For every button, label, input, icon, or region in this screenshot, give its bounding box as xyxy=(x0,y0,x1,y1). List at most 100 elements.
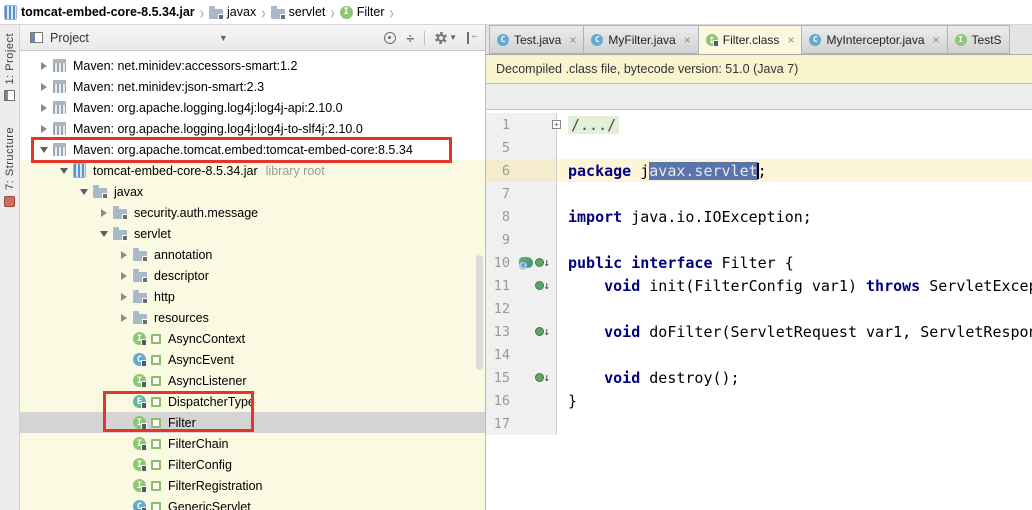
code-line-8[interactable]: 8 import java.io.IOException; xyxy=(486,205,1032,228)
interface-icon: I xyxy=(133,437,147,451)
implemented-marker-icon[interactable]: ↓ xyxy=(535,372,550,383)
decompiled-banner: Decompiled .class file, bytecode version… xyxy=(486,55,1032,84)
tree-row-servlet[interactable]: servlet xyxy=(20,223,485,244)
tree-row-javax[interactable]: javax xyxy=(20,181,485,202)
tree-row-asyncevent[interactable]: C AsyncEvent xyxy=(20,349,485,370)
tree-scrollbar[interactable] xyxy=(476,255,483,370)
tree-row-maven-net-minidev-json-smart-2-3[interactable]: Maven: net.minidev:json-smart:2.3 xyxy=(20,76,485,97)
stripe-button-structure[interactable]: 7: Structure xyxy=(4,127,16,208)
code-text[interactable]: } xyxy=(557,392,577,410)
interface-icon: I xyxy=(339,5,353,19)
expanded-chevron-icon[interactable] xyxy=(75,188,93,195)
breadcrumb: tomcat-embed-core-8.5.34.jar › javax › servl… xyxy=(0,0,1032,25)
source-badge-icon xyxy=(151,354,161,365)
tab-myinterceptor-java[interactable]: C MyInterceptor.java × xyxy=(802,25,948,54)
tree-row-filterconfig[interactable]: I FilterConfig xyxy=(20,454,485,475)
gutter: 1 xyxy=(486,113,557,136)
collapsed-chevron-icon[interactable] xyxy=(115,313,133,322)
tree-row-maven-org-apache-logging-log4j-log4j-to-slf4j-2-10-0[interactable]: Maven: org.apache.logging.log4j:log4j-to… xyxy=(20,118,485,139)
tab-close-icon[interactable]: × xyxy=(684,33,691,47)
breadcrumb-item-javax[interactable]: javax xyxy=(207,5,258,20)
tab-close-icon[interactable]: × xyxy=(787,33,794,47)
code-editor[interactable]: 1 +/.../ 5 6 package javax.servlet; 7 8 import … xyxy=(486,110,1032,510)
tree-row-asynccontext[interactable]: I AsyncContext xyxy=(20,328,485,349)
tree-row-maven-org-apache-logging-log4j-log4j-api-2-10-0[interactable]: Maven: org.apache.logging.log4j:log4j-ap… xyxy=(20,97,485,118)
fold-marker-icon[interactable]: + xyxy=(552,119,561,129)
tab-filter-class[interactable]: I Filter.class × xyxy=(698,25,803,54)
project-view-dropdown[interactable]: ▼ xyxy=(219,33,228,43)
collapsed-chevron-icon[interactable] xyxy=(35,124,53,133)
tree-row-tomcat-embed-core-8-5-34-jar[interactable]: tomcat-embed-core-8.5.34.jar library root xyxy=(20,160,485,181)
code-line-7[interactable]: 7 xyxy=(486,182,1032,205)
tree-row-genericservlet[interactable]: C GenericServlet xyxy=(20,496,485,510)
line-number: 17 xyxy=(493,415,510,432)
tree-row-descriptor[interactable]: descriptor xyxy=(20,265,485,286)
breadcrumb-item-filter[interactable]: I Filter xyxy=(338,5,387,19)
code-text[interactable]: package javax.servlet; xyxy=(557,161,767,180)
tab-tests[interactable]: I TestS xyxy=(947,25,1010,54)
tree-row-filterregistration[interactable]: I FilterRegistration xyxy=(20,475,485,496)
collapsed-chevron-icon[interactable] xyxy=(35,103,53,112)
line-number: 1 xyxy=(501,116,510,133)
code-text[interactable]: void destroy(); xyxy=(557,369,739,387)
code-text[interactable]: public interface Filter { xyxy=(557,254,794,272)
collapsed-chevron-icon[interactable] xyxy=(95,208,113,217)
line-number: 7 xyxy=(501,185,510,202)
collapsed-chevron-icon[interactable] xyxy=(35,61,53,70)
tree-row-maven-net-minidev-accessors-smart-1-2[interactable]: Maven: net.minidev:accessors-smart:1.2 xyxy=(20,55,485,76)
expanded-chevron-icon[interactable] xyxy=(55,167,73,174)
package-folder-icon xyxy=(133,248,148,262)
tree-row-resources[interactable]: resources xyxy=(20,307,485,328)
tab-close-icon[interactable]: × xyxy=(569,33,576,47)
tab-test-java[interactable]: C Test.java × xyxy=(489,25,585,54)
interface-icon: I xyxy=(133,458,147,472)
tab-myfilter-java[interactable]: C MyFilter.java × xyxy=(584,25,699,54)
code-line-11[interactable]: 11 ↓ void init(FilterConfig var1) throws … xyxy=(486,274,1032,297)
collapse-all-button[interactable]: ÷ xyxy=(406,31,414,45)
tree-row-maven-org-apache-tomcat-embed-tomcat-embed-core-8-5-34[interactable]: Maven: org.apache.tomcat.embed:tomcat-em… xyxy=(20,139,485,160)
folder-icon xyxy=(209,5,225,20)
collapsed-chevron-icon[interactable] xyxy=(115,271,133,280)
collapsed-chevron-icon[interactable] xyxy=(115,292,133,301)
class-icon: C xyxy=(809,33,822,46)
code-line-17[interactable]: 17 xyxy=(486,412,1032,435)
code-line-13[interactable]: 13 ↓ void doFilter(ServletRequest var1, S… xyxy=(486,320,1032,343)
stripe-button-project[interactable]: 1: Project xyxy=(4,33,16,102)
code-line-15[interactable]: 15 ↓ void destroy(); xyxy=(486,366,1032,389)
code-line-9[interactable]: 9 xyxy=(486,228,1032,251)
implemented-marker-icon[interactable]: ↓ xyxy=(535,280,550,291)
tree-row-asynclistener[interactable]: I AsyncListener xyxy=(20,370,485,391)
tab-close-icon[interactable]: × xyxy=(933,33,940,47)
implemented-marker-icon[interactable]: ↓ xyxy=(535,326,550,337)
code-text[interactable]: void init(FilterConfig var1) throws Serv… xyxy=(557,277,1032,295)
code-text[interactable]: void doFilter(ServletRequest var1, Servl… xyxy=(557,323,1032,341)
settings-button[interactable]: ▼ xyxy=(435,31,457,44)
code-line-12[interactable]: 12 xyxy=(486,297,1032,320)
tree-row-security-auth-message[interactable]: security.auth.message xyxy=(20,202,485,223)
code-line-1[interactable]: 1 +/.../ xyxy=(486,113,1032,136)
expanded-chevron-icon[interactable] xyxy=(95,230,113,237)
locate-button[interactable] xyxy=(384,31,397,44)
tree-row-filterchain[interactable]: I FilterChain xyxy=(20,433,485,454)
tree-row-dispatchertype[interactable]: E DispatcherType xyxy=(20,391,485,412)
code-text[interactable]: +/.../ xyxy=(552,115,620,134)
tree-row-annotation[interactable]: annotation xyxy=(20,244,485,265)
code-line-16[interactable]: 16} xyxy=(486,389,1032,412)
tree-row-filter[interactable]: I Filter xyxy=(20,412,485,433)
collapsed-chevron-icon[interactable] xyxy=(115,250,133,259)
breadcrumb-separator-icon: › xyxy=(261,1,266,23)
code-line-6[interactable]: 6 package javax.servlet; xyxy=(486,159,1032,182)
breadcrumb-item-tomcat-embed-core-8-5-34-jar[interactable]: tomcat-embed-core-8.5.34.jar xyxy=(2,4,197,20)
hide-button[interactable] xyxy=(467,30,480,44)
code-text[interactable]: import java.io.IOException; xyxy=(557,208,812,226)
implemented-marker-icon[interactable]: ↓ xyxy=(535,257,550,268)
implemented-class-icon[interactable]: c xyxy=(519,257,534,270)
tree-row-http[interactable]: http xyxy=(20,286,485,307)
code-line-10[interactable]: 10 c ↓ public interface Filter { xyxy=(486,251,1032,274)
collapsed-chevron-icon[interactable] xyxy=(35,82,53,91)
code-line-14[interactable]: 14 xyxy=(486,343,1032,366)
breadcrumb-item-servlet[interactable]: servlet xyxy=(269,5,328,20)
expanded-chevron-icon[interactable] xyxy=(35,146,53,153)
hide-panel-icon xyxy=(467,30,480,44)
code-line-5[interactable]: 5 xyxy=(486,136,1032,159)
